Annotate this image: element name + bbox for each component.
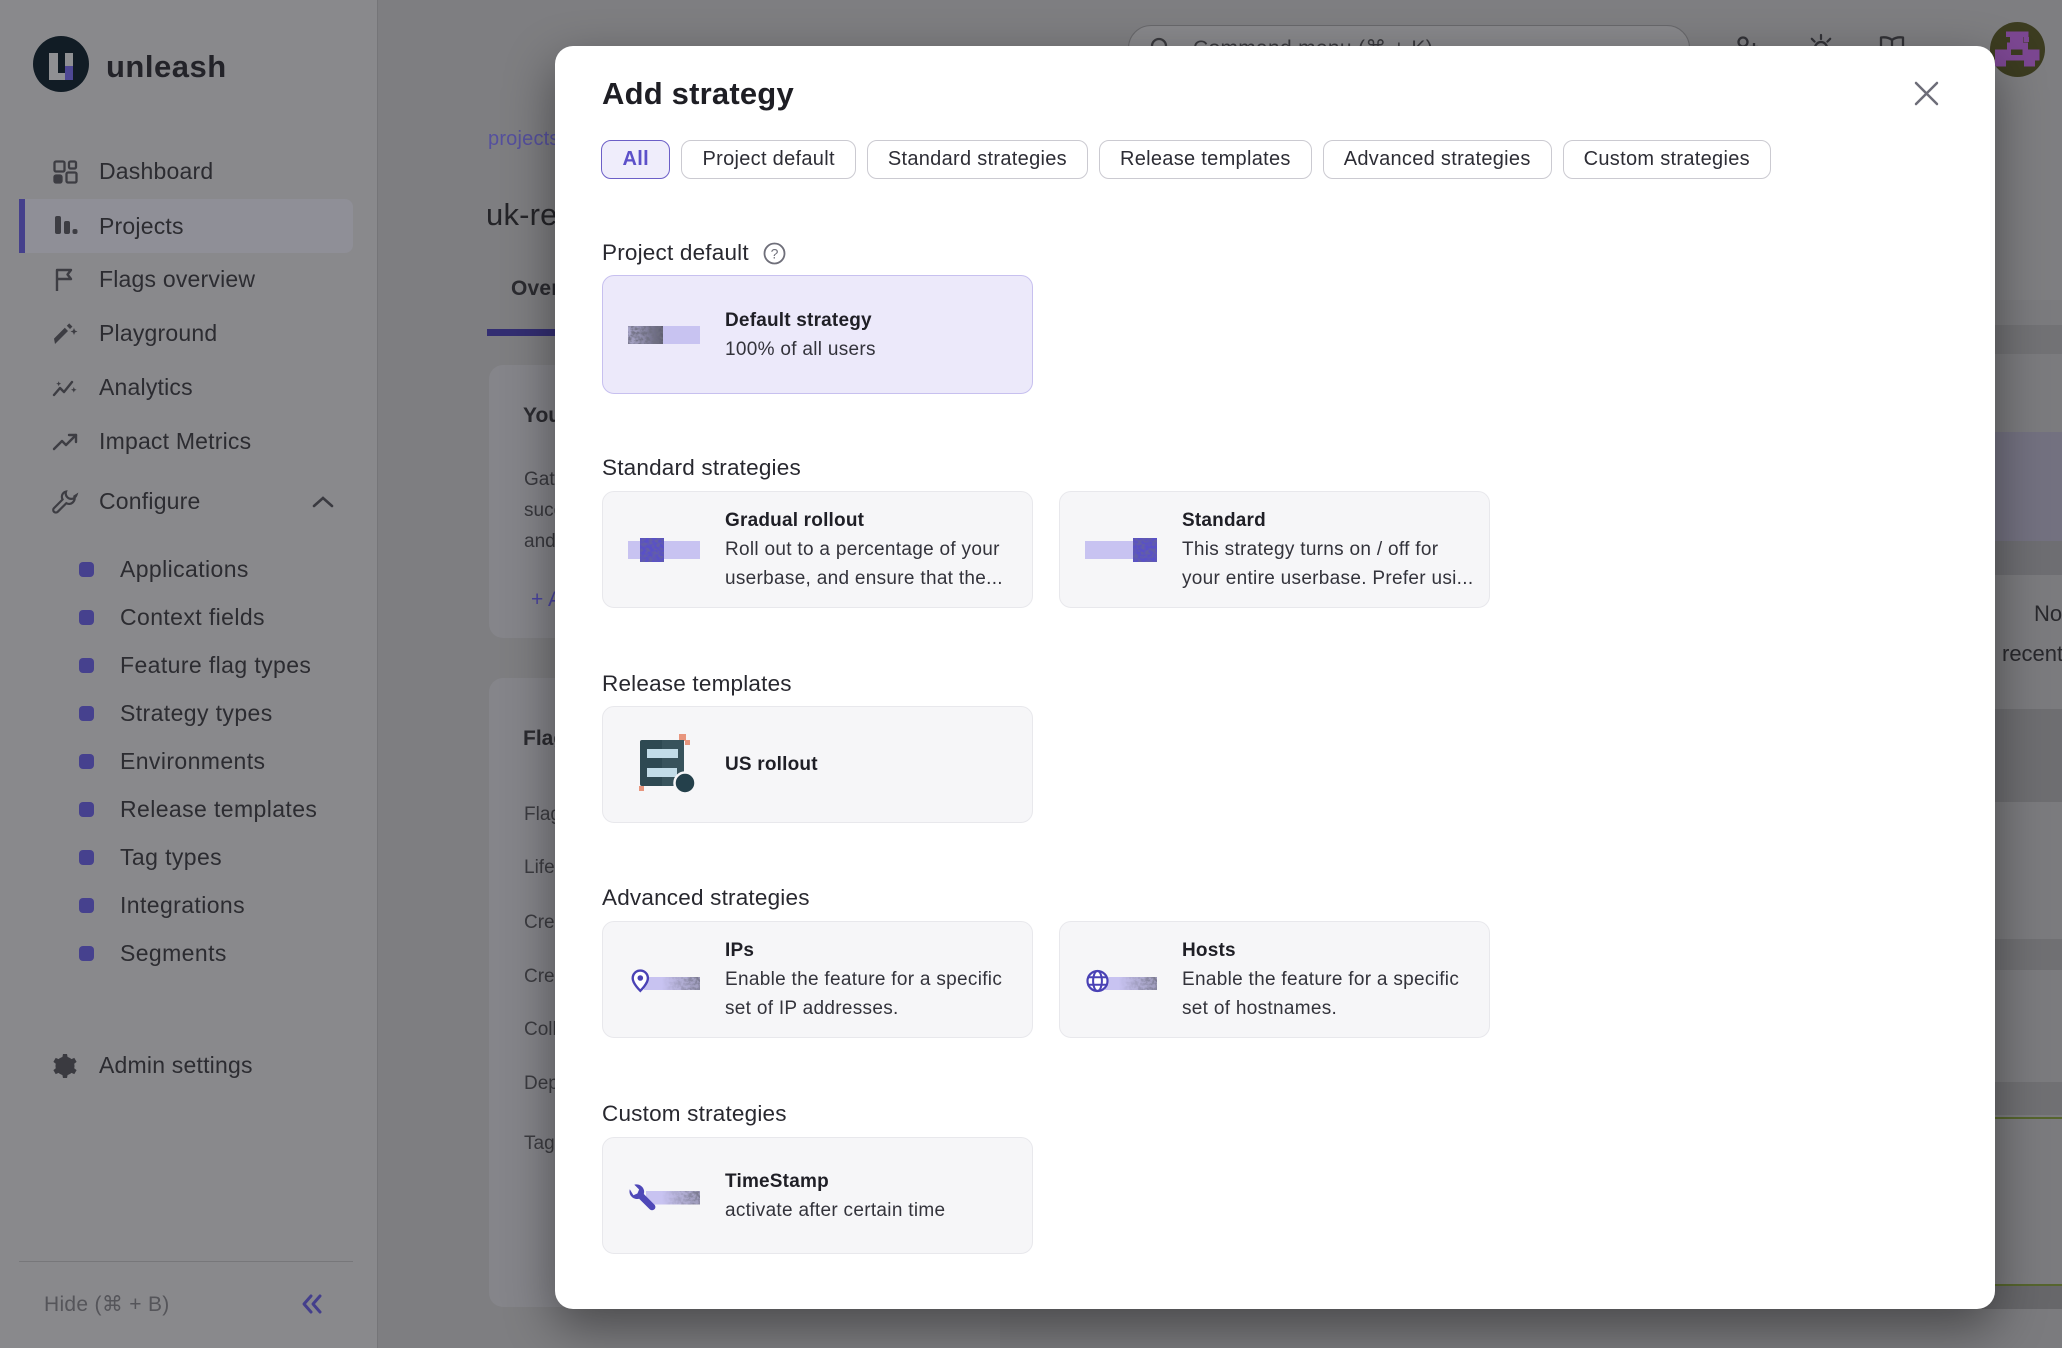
- svg-text:?: ?: [771, 246, 779, 262]
